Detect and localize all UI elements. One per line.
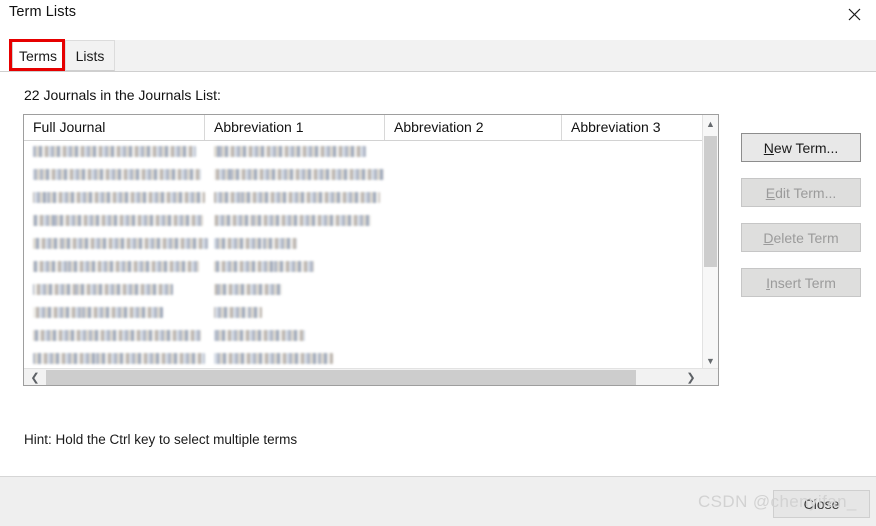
journals-count-label: 22 Journals in the Journals List: — [24, 87, 221, 103]
insert-term-button[interactable]: Insert Term — [741, 268, 861, 297]
cell-abbreviation-1-redacted — [214, 330, 305, 341]
table-row[interactable] — [24, 187, 702, 210]
cell-full-journal-redacted — [33, 169, 201, 180]
tab-strip-background — [115, 40, 876, 72]
table-row[interactable] — [24, 164, 702, 187]
new-term-button[interactable]: New Term... — [741, 133, 861, 162]
edit-term-access-key: E — [765, 184, 776, 201]
cell-abbreviation-1-redacted — [214, 307, 262, 318]
table-row[interactable] — [24, 302, 702, 325]
cell-full-journal-redacted — [33, 238, 208, 249]
tab-strip: Terms Lists — [0, 28, 876, 72]
tab-terms[interactable]: Terms — [12, 40, 64, 71]
column-header-full-journal[interactable]: Full Journal — [24, 115, 205, 140]
cell-full-journal-redacted — [33, 215, 203, 226]
tab-lists-label: Lists — [75, 47, 105, 64]
cell-full-journal-redacted — [33, 284, 173, 295]
window-title: Term Lists — [9, 4, 77, 20]
table-row[interactable] — [24, 325, 702, 348]
journal-list-view[interactable]: Full Journal Abbreviation 1 Abbreviation… — [23, 114, 719, 386]
cell-abbreviation-1-redacted — [214, 261, 314, 272]
cell-full-journal-redacted — [33, 146, 196, 157]
cell-full-journal-redacted — [33, 307, 163, 318]
list-horizontal-scrollbar[interactable]: ❮ ❯ — [24, 368, 718, 385]
cell-abbreviation-1-redacted — [214, 215, 371, 226]
hint-text: Hint: Hold the Ctrl key to select multip… — [24, 432, 298, 447]
new-term-label: ew Term... — [773, 139, 839, 156]
chevron-down-icon[interactable]: ▼ — [703, 352, 718, 369]
delete-term-button[interactable]: Delete Term — [741, 223, 861, 252]
cell-full-journal-redacted — [33, 353, 205, 364]
table-row[interactable] — [24, 256, 702, 279]
cell-full-journal-redacted — [33, 330, 201, 341]
column-header-abbreviation-1[interactable]: Abbreviation 1 — [205, 115, 385, 140]
tab-lists[interactable]: Lists — [65, 40, 115, 71]
insert-term-label: nsert Term — [770, 274, 836, 291]
cell-abbreviation-1-redacted — [214, 169, 384, 180]
list-rows-container[interactable] — [24, 141, 702, 385]
new-term-access-key: N — [763, 139, 774, 156]
dialog-footer: Close — [0, 476, 876, 526]
close-button[interactable]: Close — [773, 490, 870, 518]
cell-full-journal-redacted — [33, 261, 199, 272]
chevron-up-icon[interactable]: ▲ — [703, 115, 718, 132]
column-header-abbreviation-3[interactable]: Abbreviation 3 — [562, 115, 702, 140]
chevron-right-icon[interactable]: ❯ — [680, 369, 702, 385]
cell-abbreviation-1-redacted — [214, 353, 333, 364]
list-vertical-scrollbar[interactable]: ▲ ▼ — [702, 115, 718, 369]
edit-term-label: dit Term... — [775, 184, 837, 201]
chevron-left-icon[interactable]: ❮ — [24, 369, 46, 385]
tab-content-panel: 22 Journals in the Journals List: Full J… — [0, 71, 876, 476]
title-bar: Term Lists — [0, 0, 876, 28]
cell-abbreviation-1-redacted — [214, 284, 282, 295]
tab-terms-label: Terms — [18, 47, 58, 64]
close-window-icon[interactable] — [832, 0, 876, 28]
table-row[interactable] — [24, 279, 702, 302]
cell-full-journal-redacted — [33, 192, 205, 203]
cell-abbreviation-1-redacted — [214, 146, 366, 157]
cell-abbreviation-1-redacted — [214, 238, 297, 249]
table-row[interactable] — [24, 210, 702, 233]
list-column-header-row: Full Journal Abbreviation 1 Abbreviation… — [24, 115, 718, 141]
column-header-abbreviation-2[interactable]: Abbreviation 2 — [385, 115, 562, 140]
delete-term-label: elete Term — [773, 229, 839, 246]
scrollbar-corner — [702, 369, 718, 385]
table-row[interactable] — [24, 141, 702, 164]
horizontal-scrollbar-thumb[interactable] — [46, 370, 636, 385]
cell-abbreviation-1-redacted — [214, 192, 380, 203]
table-row[interactable] — [24, 233, 702, 256]
delete-term-access-key: D — [763, 229, 774, 246]
edit-term-button[interactable]: Edit Term... — [741, 178, 861, 207]
close-x-icon — [848, 8, 860, 20]
vertical-scrollbar-thumb[interactable] — [704, 136, 717, 267]
